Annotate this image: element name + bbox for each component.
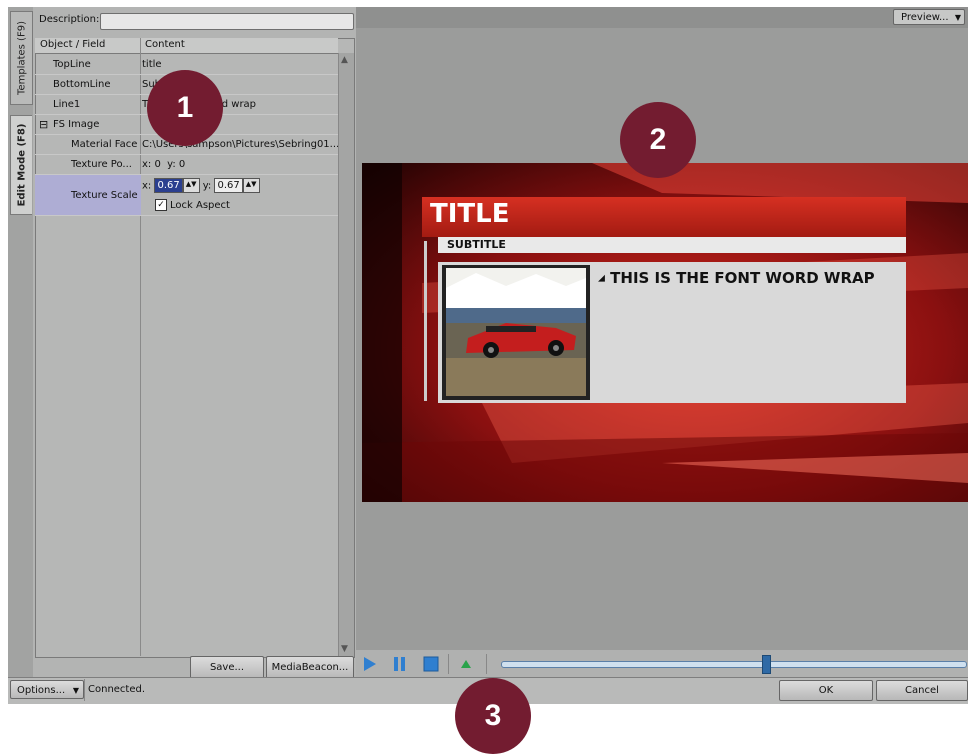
grid-row-texture-scale[interactable]: Texture Scale x: 0.67 ▲▼ y: 0.67 ▲▼ ✓ Lock … (35, 175, 338, 216)
column-header-content[interactable]: Content (145, 39, 185, 50)
callout-marker-1: 1 (147, 70, 223, 146)
broadcast-preview: TITLE SUBTITLE ◢ THIS IS THE FONT WORD W… (362, 163, 968, 502)
image-frame (442, 265, 590, 400)
grid-header: Object / Field Content (35, 38, 338, 54)
side-tab-strip: Templates (F9) Edit Mode (F8) (8, 7, 34, 677)
callout-marker-2: 2 (620, 102, 696, 178)
chevron-down-icon: ▼ (72, 686, 79, 695)
field-name: Texture Scale (71, 190, 138, 201)
timeline-slider-thumb[interactable] (762, 655, 772, 674)
field-name: BottomLine (53, 79, 111, 90)
graphic-body: THIS IS THE FONT WORD WRAP (610, 269, 875, 287)
save-button[interactable]: Save... (190, 656, 264, 679)
play-icon[interactable] (363, 656, 377, 675)
lock-aspect[interactable]: ✓ Lock Aspect (155, 199, 230, 211)
scroll-up-icon[interactable]: ▲ (341, 55, 348, 65)
subtitle-bar (438, 237, 906, 253)
preview-toolbar (356, 7, 968, 28)
transport-separator (486, 654, 487, 674)
status-divider (84, 679, 85, 701)
transport-separator (448, 654, 449, 674)
field-name: Texture Po... (71, 159, 132, 170)
field-content[interactable]: title (142, 59, 162, 70)
tab-templates[interactable]: Templates (F9) (10, 11, 33, 105)
tab-templates-label: Templates (F9) (16, 21, 27, 95)
scroll-down-icon[interactable]: ▼ (341, 644, 348, 654)
y-label: y: (202, 180, 212, 192)
description-label: Description: (39, 14, 100, 25)
field-name: TopLine (53, 59, 91, 70)
bullet-icon: ◢ (598, 273, 605, 284)
tab-edit-mode-label: Edit Mode (F8) (16, 123, 27, 207)
chevron-down-icon: ▼ (954, 13, 961, 22)
graphic-subtitle: SUBTITLE (447, 238, 506, 251)
lock-aspect-checkbox[interactable]: ✓ (155, 199, 167, 211)
preview-label: Preview... (901, 12, 949, 23)
tab-edit-mode[interactable]: Edit Mode (F8) (10, 115, 32, 215)
accent-line (424, 241, 427, 401)
race-car-image (446, 268, 586, 396)
x-scale-stepper[interactable]: ▲▼ (182, 178, 200, 193)
pause-icon[interactable] (393, 656, 407, 675)
column-header-field[interactable]: Object / Field (40, 39, 105, 50)
description-input[interactable] (100, 13, 354, 30)
timeline-slider[interactable] (501, 661, 967, 668)
graphic-body-text: ◢ THIS IS THE FONT WORD WRAP (598, 269, 875, 287)
x-label: x: (142, 180, 152, 192)
field-name: Material Face (71, 139, 138, 150)
group-name: FS Image (53, 119, 100, 130)
y-scale-stepper[interactable]: ▲▼ (242, 178, 260, 193)
scale-editor: x: 0.67 ▲▼ y: 0.67 ▲▼ (142, 178, 260, 193)
field-content[interactable]: x: 0 y: 0 (142, 159, 185, 170)
callout-marker-3: 3 (455, 678, 531, 754)
x-scale-input[interactable]: 0.67 (154, 178, 183, 193)
field-name: Line1 (53, 99, 81, 110)
options-dropdown[interactable]: Options... ▼ (10, 680, 84, 699)
options-label: Options... (17, 685, 66, 696)
cancel-button[interactable]: Cancel (876, 680, 968, 701)
grid-row-texture-position[interactable]: Texture Po... x: 0 y: 0 (35, 155, 338, 175)
lock-aspect-label: Lock Aspect (170, 200, 230, 211)
y-scale-input[interactable]: 0.67 (214, 178, 243, 193)
stop-icon[interactable] (423, 656, 439, 675)
graphic-title: TITLE (430, 199, 510, 229)
preview-dropdown[interactable]: Preview... ▼ (893, 9, 965, 25)
ok-button[interactable]: OK (779, 680, 873, 701)
eject-icon[interactable] (460, 659, 472, 672)
mediabeacon-button[interactable]: MediaBeacon... (266, 656, 354, 679)
collapse-icon[interactable]: ⊟ (39, 118, 48, 131)
status-text: Connected. (88, 684, 146, 695)
grid-scrollbar[interactable]: ▲ ▼ (338, 53, 354, 656)
